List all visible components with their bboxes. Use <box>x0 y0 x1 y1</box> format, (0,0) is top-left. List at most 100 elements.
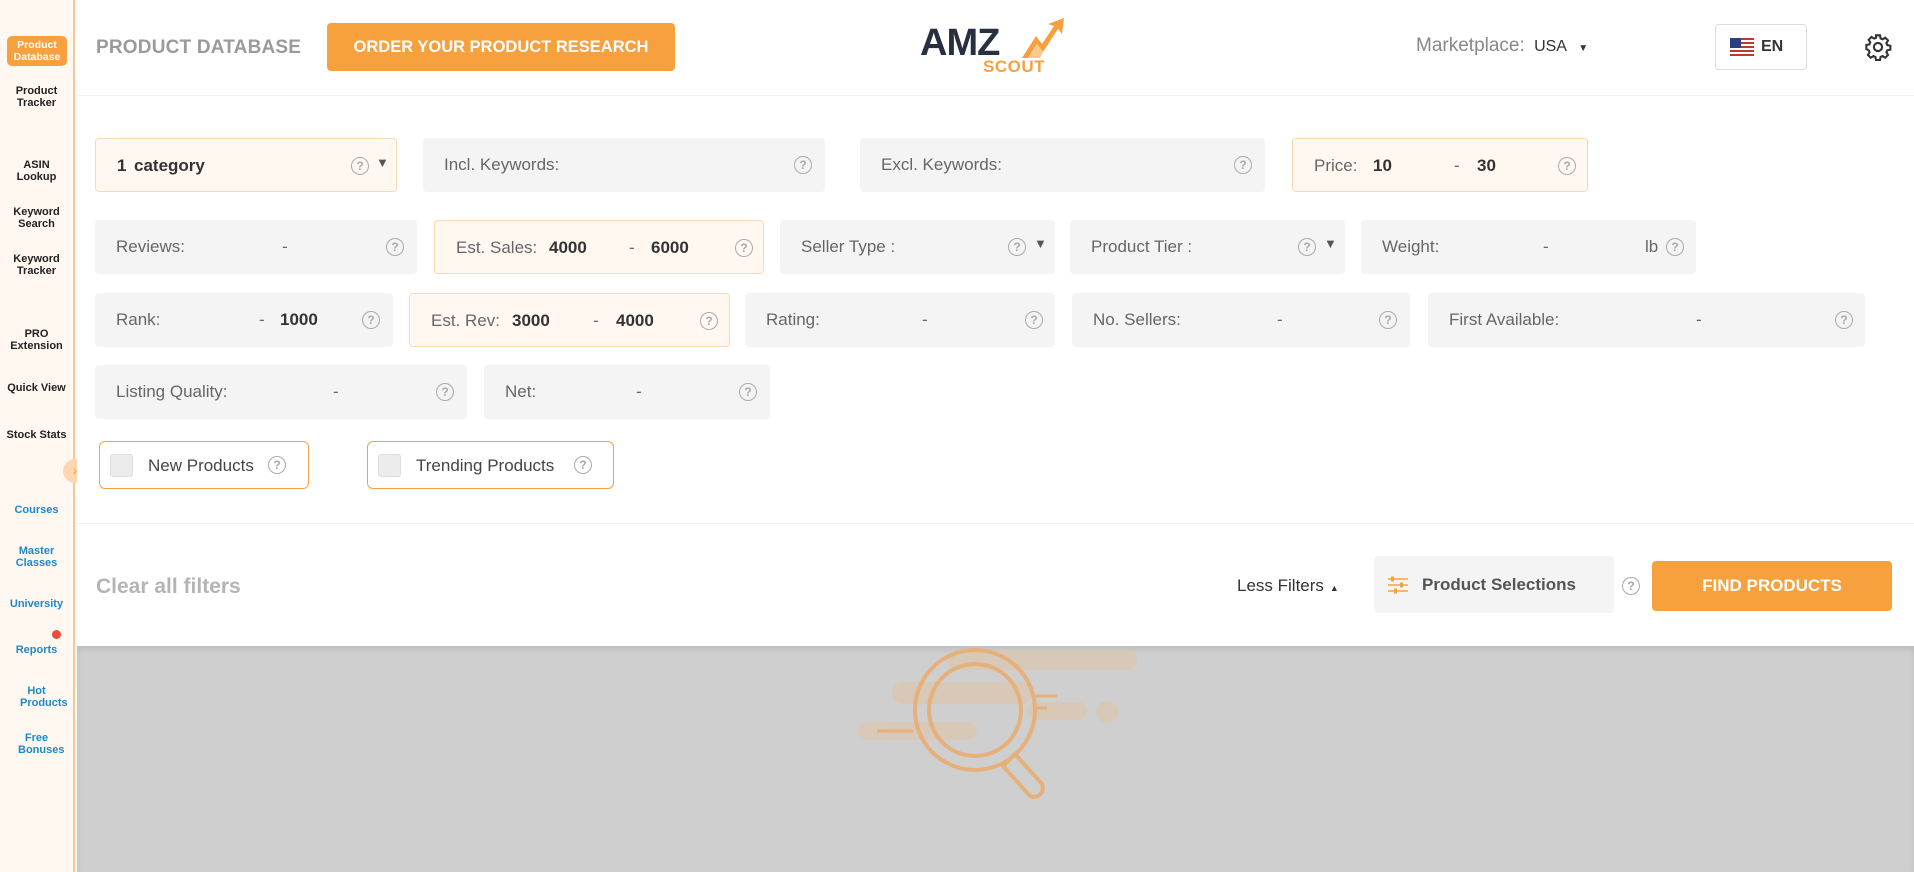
est-rev-range[interactable]: Est. Rev: 3000 - 4000 ? <box>409 293 730 347</box>
est-rev-label: Est. Rev: <box>431 311 500 330</box>
trending-products-label: Trending Products <box>416 456 555 475</box>
rank-max[interactable]: 1000 <box>280 310 318 330</box>
rank-range[interactable]: Rank: - 1000 ? <box>95 293 393 347</box>
sidebar-item-product-database[interactable]: Product Database <box>7 36 67 66</box>
incl-keywords-label: Incl. Keywords: <box>444 155 560 174</box>
trending-products-checkbox[interactable]: Trending Products ? <box>367 441 614 489</box>
caret-down-icon: ▼ <box>1578 43 1589 54</box>
sidebar-link-master-classes[interactable]: Master Classes <box>0 545 73 569</box>
chevron-down-icon: ▼ <box>1324 236 1337 251</box>
help-icon[interactable]: ? <box>1298 238 1316 256</box>
est-sales-range[interactable]: Est. Sales: 4000 - 6000 ? <box>434 220 764 274</box>
help-icon[interactable]: ? <box>735 239 753 257</box>
gear-icon[interactable] <box>1864 33 1892 61</box>
help-icon[interactable]: ? <box>268 456 286 474</box>
help-icon[interactable]: ? <box>700 312 718 330</box>
help-icon[interactable]: ? <box>386 238 404 256</box>
help-icon[interactable]: ? <box>436 383 454 401</box>
listing-quality-label: Listing Quality: <box>116 382 228 401</box>
reviews-range[interactable]: Reviews: - ? <box>95 220 417 274</box>
excl-keywords-label: Excl. Keywords: <box>881 155 1002 174</box>
weight-unit: lb <box>1645 237 1659 256</box>
no-sellers-range[interactable]: No. Sellers: - ? <box>1072 293 1410 347</box>
sidebar-link-hot-products[interactable]: Hot Products <box>0 685 73 709</box>
sidebar-link-free-bonuses[interactable]: Free Bonuses <box>0 732 73 756</box>
checkbox-box[interactable] <box>378 454 401 477</box>
order-product-research-button[interactable]: ORDER YOUR PRODUCT RESEARCH <box>327 23 675 71</box>
help-icon[interactable]: ? <box>362 311 380 329</box>
less-filters-toggle[interactable]: Less Filters ▲ <box>1237 576 1339 596</box>
first-available-separator: - <box>1696 310 1702 329</box>
clear-all-filters-link[interactable]: Clear all filters <box>96 575 241 599</box>
price-range[interactable]: Price: 10 - 30 ? <box>1292 138 1588 192</box>
rating-range[interactable]: Rating: - ? <box>745 293 1055 347</box>
help-icon[interactable]: ? <box>1835 311 1853 329</box>
chevron-down-icon: ▼ <box>1034 236 1047 251</box>
help-icon[interactable]: ? <box>1379 311 1397 329</box>
excl-keywords-input[interactable]: Excl. Keywords: ? <box>860 138 1265 192</box>
product-tier-select[interactable]: Product Tier : ? ▼ <box>1070 220 1345 274</box>
sidebar-item-product-tracker[interactable]: Product Tracker <box>0 85 73 109</box>
sidebar-item-quick-view[interactable]: Quick View <box>0 382 73 394</box>
language-selector[interactable]: EN <box>1715 24 1807 70</box>
help-icon[interactable]: ? <box>351 157 369 175</box>
price-min[interactable]: 10 <box>1373 156 1392 176</box>
help-icon[interactable]: ? <box>574 456 592 474</box>
find-products-button[interactable]: FIND PRODUCTS <box>1652 561 1892 611</box>
reviews-label: Reviews: <box>116 237 185 256</box>
first-available-label: First Available: <box>1449 310 1560 329</box>
sidebar-link-reports[interactable]: Reports <box>0 644 73 656</box>
sidebar-link-courses[interactable]: Courses <box>0 504 73 516</box>
est-rev-max[interactable]: 4000 <box>616 311 654 331</box>
weight-separator: - <box>1543 237 1549 256</box>
help-icon[interactable]: ? <box>1025 311 1043 329</box>
listing-quality-range[interactable]: Listing Quality: - ? <box>95 365 467 419</box>
category-select[interactable]: 1 category ? ▼ <box>95 138 397 192</box>
product-selections-label: Product Selections <box>1422 575 1576 594</box>
est-sales-separator: - <box>629 238 635 257</box>
net-range[interactable]: Net: - ? <box>484 365 770 419</box>
first-available-range[interactable]: First Available: - ? <box>1428 293 1865 347</box>
price-max[interactable]: 30 <box>1477 156 1496 176</box>
incl-keywords-input[interactable]: Incl. Keywords: ? <box>423 138 825 192</box>
help-icon[interactable]: ? <box>1008 238 1026 256</box>
marketplace-value: USA <box>1534 38 1567 55</box>
est-sales-label: Est. Sales: <box>456 238 538 257</box>
no-sellers-separator: - <box>1277 310 1283 329</box>
product-selections-button[interactable]: Product Selections <box>1374 556 1614 613</box>
est-rev-min[interactable]: 3000 <box>512 311 550 331</box>
weight-label: Weight: <box>1382 237 1440 256</box>
new-products-checkbox[interactable]: New Products ? <box>99 441 309 489</box>
language-code: EN <box>1761 38 1784 55</box>
filter-actions-bar: Clear all filters Less Filters ▲ Product … <box>77 523 1914 645</box>
listing-quality-separator: - <box>333 382 339 401</box>
category-count: 1 <box>117 156 127 175</box>
sidebar-item-keyword-search[interactable]: Keyword Search <box>0 206 73 230</box>
seller-type-label: Seller Type : <box>801 237 896 256</box>
sidebar-item-asin-lookup[interactable]: ASIN Lookup <box>0 159 73 183</box>
category-label: category <box>134 156 205 175</box>
checkbox-box[interactable] <box>110 454 133 477</box>
sidebar-item-stock-stats[interactable]: Stock Stats <box>0 429 73 441</box>
chevron-down-icon: ▼ <box>376 155 389 170</box>
results-area <box>77 646 1914 872</box>
help-icon[interactable]: ? <box>1558 157 1576 175</box>
est-sales-min[interactable]: 4000 <box>549 238 587 258</box>
help-icon[interactable]: ? <box>1234 156 1252 174</box>
seller-type-select[interactable]: Seller Type : ? ▼ <box>780 220 1055 274</box>
weight-range[interactable]: Weight: - lb ? <box>1361 220 1696 274</box>
marketplace-selector[interactable]: Marketplace: USA ▼ <box>1416 35 1588 57</box>
less-filters-label: Less Filters <box>1237 576 1324 595</box>
help-icon[interactable]: ? <box>1666 238 1684 256</box>
est-sales-max[interactable]: 6000 <box>651 238 689 258</box>
caret-up-icon: ▲ <box>1329 583 1339 593</box>
sidebar-item-keyword-tracker[interactable]: Keyword Tracker <box>0 253 73 277</box>
help-icon[interactable]: ? <box>794 156 812 174</box>
sidebar-item-pro-extension[interactable]: PRO Extension <box>0 328 73 352</box>
help-icon[interactable]: ? <box>739 383 757 401</box>
sidebar-link-university[interactable]: University <box>0 598 73 610</box>
net-separator: - <box>636 382 642 401</box>
page-title: PRODUCT DATABASE <box>96 37 302 58</box>
help-icon[interactable]: ? <box>1622 577 1640 595</box>
rating-label: Rating: <box>766 310 820 329</box>
